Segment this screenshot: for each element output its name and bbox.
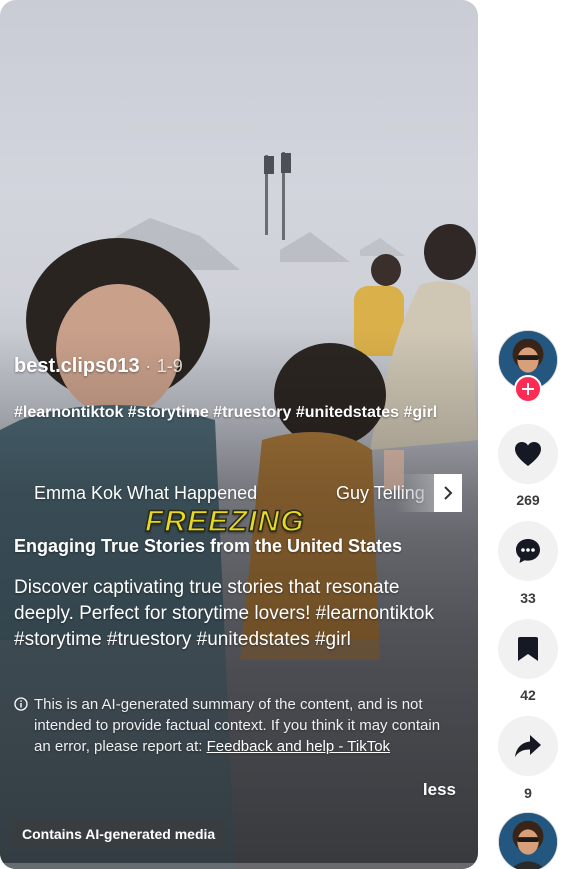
like-button[interactable] (498, 424, 558, 484)
ai-disclaimer: This is an AI-generated summary of the c… (14, 694, 454, 757)
heart-icon (515, 442, 541, 466)
follow-button[interactable] (514, 375, 542, 403)
comment-count: 33 (520, 590, 536, 606)
ai-generated-badge: Contains AI-generated media (12, 820, 226, 848)
less-toggle[interactable]: less (423, 780, 456, 800)
separator: · (145, 356, 152, 376)
share-icon (515, 735, 541, 757)
share-count: 9 (524, 785, 532, 801)
summary-title: Engaging True Stories from the United St… (14, 536, 403, 556)
author-line: best.clips013 · 1-9 (14, 355, 183, 378)
avatar-image (499, 813, 557, 869)
chevron-right-icon (444, 486, 453, 500)
video-progress-bar[interactable] (0, 863, 478, 869)
video-caption-overlay: FREEZING (144, 504, 305, 539)
chip-fade (396, 474, 436, 512)
action-bar: 269 33 42 9 (496, 0, 560, 869)
sound-avatar[interactable] (498, 812, 558, 869)
plus-icon (522, 383, 534, 395)
author-name[interactable]: best.clips013 (14, 355, 140, 377)
video-player[interactable]: best.clips013 · 1-9 #learnontiktok #stor… (0, 0, 478, 869)
share-button[interactable] (498, 716, 558, 776)
page: best.clips013 · 1-9 #learnontiktok #stor… (0, 0, 579, 869)
bookmark-icon (518, 637, 538, 661)
post-date: 1-9 (156, 356, 183, 376)
info-icon (14, 697, 28, 711)
summary-body: Discover captivating true stories that r… (14, 577, 434, 650)
comment-button[interactable] (498, 521, 558, 581)
bookmark-button[interactable] (498, 619, 558, 679)
like-count: 269 (516, 492, 540, 508)
chips-next-button[interactable] (434, 474, 462, 512)
comment-icon (516, 539, 540, 563)
video-hashtags[interactable]: #learnontiktok #storytime #truestory #un… (14, 401, 464, 425)
feedback-link[interactable]: Feedback and help - TikTok (207, 738, 390, 755)
bookmark-count: 42 (520, 687, 536, 703)
